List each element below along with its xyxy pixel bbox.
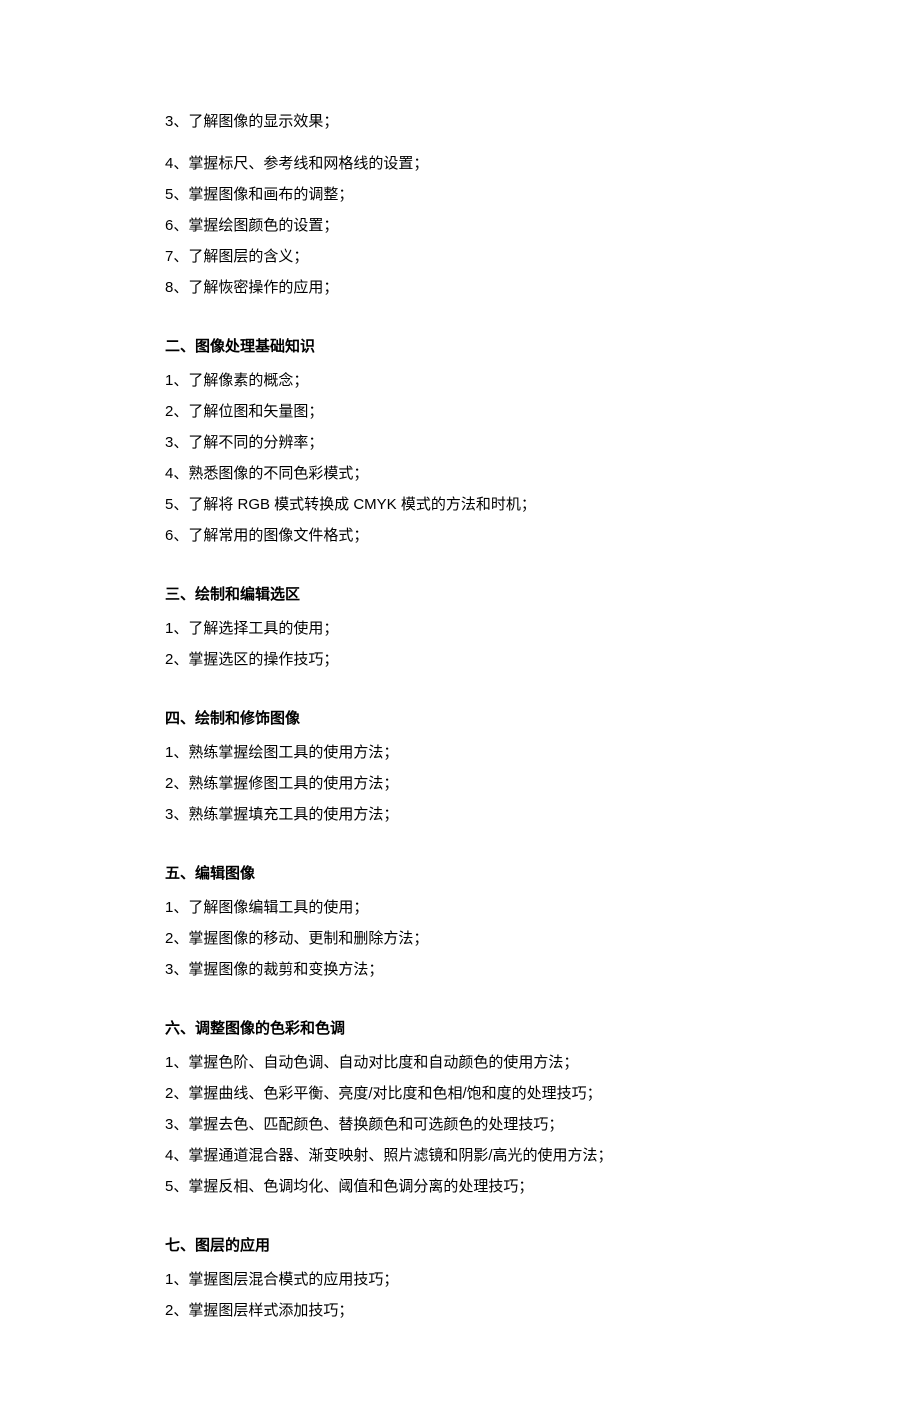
list-item: 1、了解图像编辑工具的使用； <box>165 896 755 920</box>
list-item: 3、了解图像的显示效果； <box>165 110 755 134</box>
list-item: 6、了解常用的图像文件格式； <box>165 524 755 548</box>
document-content: 3、了解图像的显示效果； 4、掌握标尺、参考线和网格线的设置； 5、掌握图像和画… <box>165 110 755 1323</box>
list-item: 7、了解图层的含义； <box>165 245 755 269</box>
section-3: 三、绘制和编辑选区 1、了解选择工具的使用； 2、掌握选区的操作技巧； <box>165 583 755 672</box>
list-item: 3、了解不同的分辨率； <box>165 431 755 455</box>
section-4: 四、绘制和修饰图像 1、熟练掌握绘图工具的使用方法； 2、熟练掌握修图工具的使用… <box>165 707 755 827</box>
top-section: 3、了解图像的显示效果； 4、掌握标尺、参考线和网格线的设置； 5、掌握图像和画… <box>165 110 755 300</box>
list-item: 4、掌握标尺、参考线和网格线的设置； <box>165 152 755 176</box>
section-5: 五、编辑图像 1、了解图像编辑工具的使用； 2、掌握图像的移动、更制和删除方法；… <box>165 862 755 982</box>
section-6: 六、调整图像的色彩和色调 1、掌握色阶、自动色调、自动对比度和自动颜色的使用方法… <box>165 1017 755 1199</box>
list-item: 1、了解像素的概念； <box>165 369 755 393</box>
list-item: 2、掌握图层样式添加技巧； <box>165 1299 755 1323</box>
list-item: 2、掌握选区的操作技巧； <box>165 648 755 672</box>
list-item: 2、掌握曲线、色彩平衡、亮度/对比度和色相/饱和度的处理技巧； <box>165 1082 755 1106</box>
list-item: 4、掌握通道混合器、渐变映射、照片滤镜和阴影/高光的使用方法； <box>165 1144 755 1168</box>
list-item: 5、了解将 RGB 模式转换成 CMYK 模式的方法和时机； <box>165 493 755 517</box>
section-7: 七、图层的应用 1、掌握图层混合模式的应用技巧； 2、掌握图层样式添加技巧； <box>165 1234 755 1323</box>
list-item: 3、掌握图像的裁剪和变换方法； <box>165 958 755 982</box>
list-item: 6、掌握绘图颜色的设置； <box>165 214 755 238</box>
section-2: 二、图像处理基础知识 1、了解像素的概念； 2、了解位图和矢量图； 3、了解不同… <box>165 335 755 548</box>
section-heading: 七、图层的应用 <box>165 1234 755 1258</box>
list-item: 2、熟练掌握修图工具的使用方法； <box>165 772 755 796</box>
section-heading: 三、绘制和编辑选区 <box>165 583 755 607</box>
list-item: 1、了解选择工具的使用； <box>165 617 755 641</box>
list-item: 1、熟练掌握绘图工具的使用方法； <box>165 741 755 765</box>
list-item: 1、掌握色阶、自动色调、自动对比度和自动颜色的使用方法； <box>165 1051 755 1075</box>
list-item: 8、了解恢密操作的应用； <box>165 276 755 300</box>
list-item: 4、熟悉图像的不同色彩模式； <box>165 462 755 486</box>
list-item: 2、掌握图像的移动、更制和删除方法； <box>165 927 755 951</box>
list-item: 3、掌握去色、匹配颜色、替换颜色和可选颜色的处理技巧； <box>165 1113 755 1137</box>
section-heading: 四、绘制和修饰图像 <box>165 707 755 731</box>
list-item: 5、掌握图像和画布的调整； <box>165 183 755 207</box>
list-item: 2、了解位图和矢量图； <box>165 400 755 424</box>
section-heading: 六、调整图像的色彩和色调 <box>165 1017 755 1041</box>
section-heading: 二、图像处理基础知识 <box>165 335 755 359</box>
list-item: 3、熟练掌握填充工具的使用方法； <box>165 803 755 827</box>
section-heading: 五、编辑图像 <box>165 862 755 886</box>
list-item: 5、掌握反相、色调均化、阈值和色调分离的处理技巧； <box>165 1175 755 1199</box>
list-item: 1、掌握图层混合模式的应用技巧； <box>165 1268 755 1292</box>
